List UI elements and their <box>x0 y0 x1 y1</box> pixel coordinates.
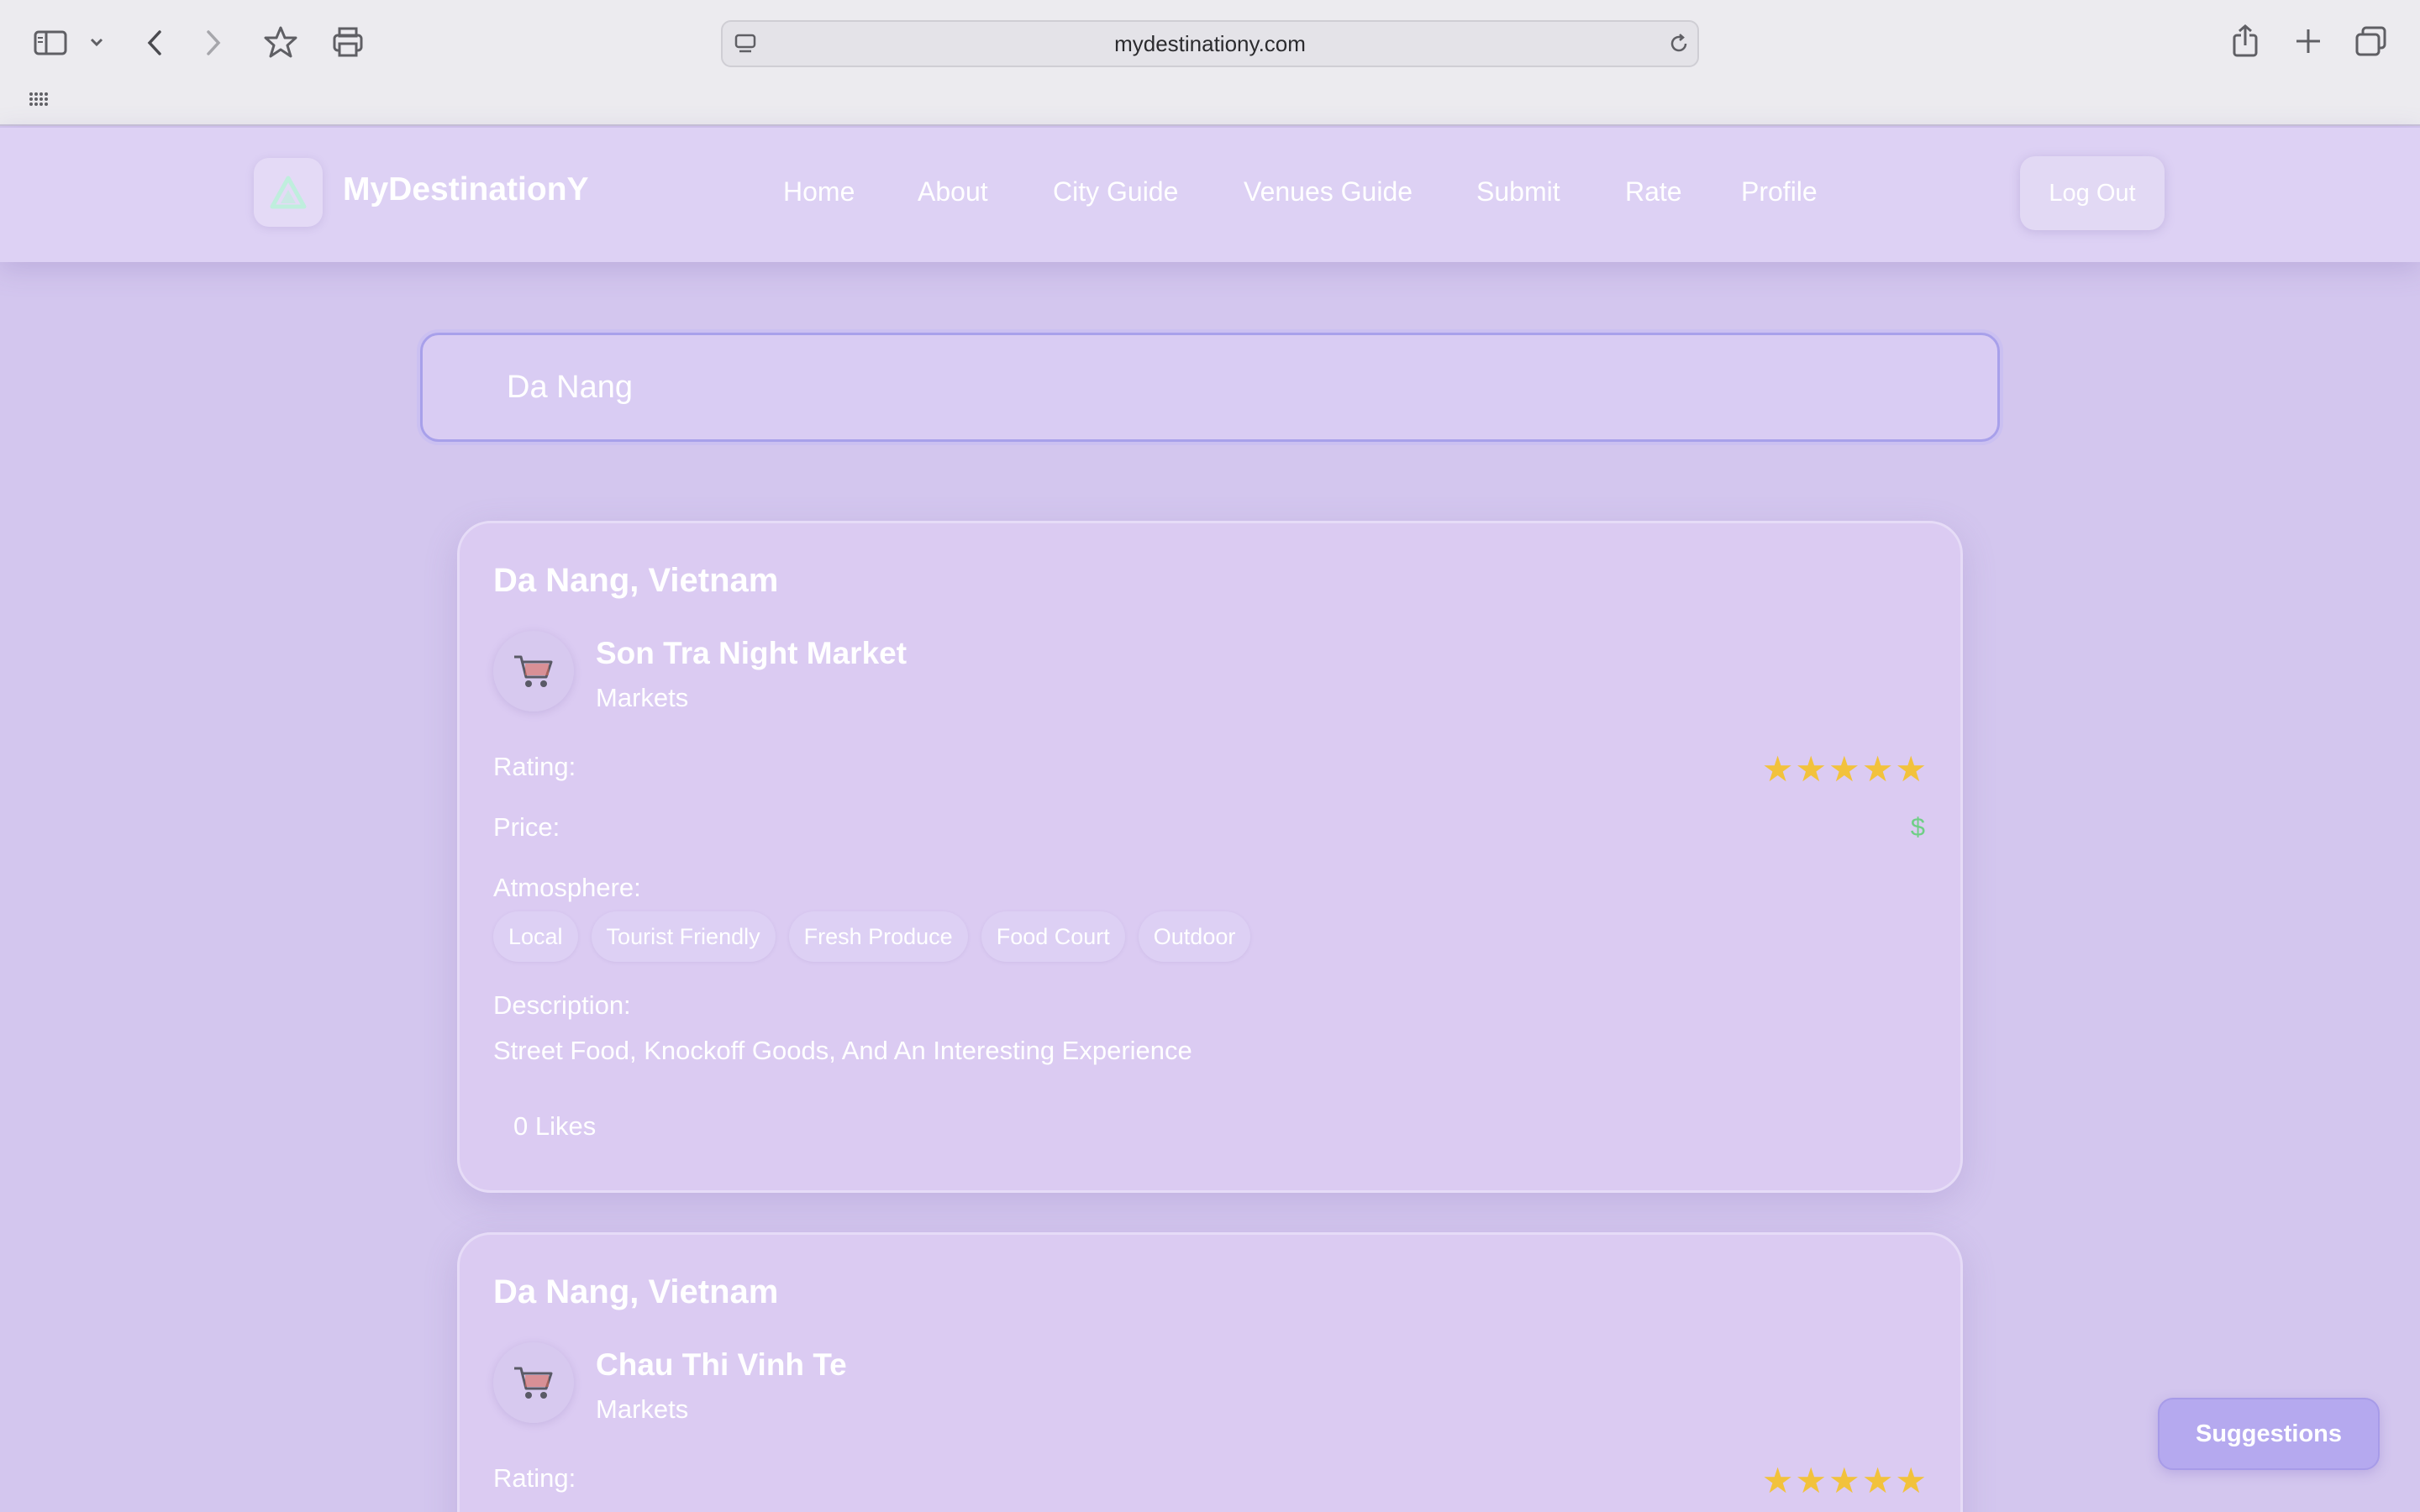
search-input[interactable] <box>507 335 1935 439</box>
star-icon: ★ <box>1895 1461 1927 1500</box>
search-box <box>420 333 2000 442</box>
star-icon: ★ <box>1795 749 1828 789</box>
atmosphere-tag: Fresh Produce <box>788 911 968 962</box>
venue-name[interactable]: Chau Thi Vinh Te <box>596 1347 847 1383</box>
venue-category: Markets <box>596 683 689 712</box>
sidebar-icon[interactable] <box>34 30 67 55</box>
star-icon: ★ <box>1828 1461 1860 1500</box>
suggestions-button[interactable]: Suggestions <box>2158 1398 2380 1470</box>
venue-city: Da Nang, Vietnam <box>493 562 779 599</box>
nav-submit[interactable]: Submit <box>1476 176 1560 207</box>
likes-button[interactable]: 0 Likes <box>513 1111 596 1142</box>
bookmark-star-icon[interactable] <box>264 25 297 59</box>
star-icon: ★ <box>1895 749 1927 789</box>
share-icon[interactable] <box>2230 24 2260 59</box>
venue-card: Da Nang, Vietnam Chau Thi Vinh Te Market… <box>457 1232 1963 1512</box>
description-label: Description: <box>493 990 631 1020</box>
atmosphere-tag: Outdoor <box>1138 911 1251 962</box>
rating-label: Rating: <box>493 752 576 781</box>
nav-city-guide[interactable]: City Guide <box>1053 176 1178 207</box>
forward-icon[interactable] <box>203 29 224 57</box>
star-icon: ★ <box>1861 1461 1894 1500</box>
chevron-down-icon[interactable] <box>89 37 104 47</box>
price-value: $ <box>1910 812 1925 842</box>
rating-stars: ★ ★ ★ ★ ★ <box>1762 752 1927 787</box>
nav-home[interactable]: Home <box>783 176 855 207</box>
star-icon: ★ <box>1828 749 1860 789</box>
nav-rate[interactable]: Rate <box>1625 176 1682 207</box>
price-label: Price: <box>493 812 560 842</box>
star-icon: ★ <box>1861 749 1894 789</box>
address-bar[interactable]: mydestinationy.com <box>721 20 1699 67</box>
atmosphere-label: Atmosphere: <box>493 873 641 902</box>
star-icon: ★ <box>1761 1461 1794 1500</box>
atmosphere-tag: Food Court <box>981 911 1125 962</box>
new-tab-icon[interactable] <box>2294 27 2323 55</box>
star-icon: ★ <box>1761 749 1794 789</box>
venue-description: Street Food, Knockoff Goods, And An Inte… <box>493 1036 1192 1065</box>
star-icon: ★ <box>1795 1461 1828 1500</box>
reload-icon[interactable] <box>1667 32 1691 55</box>
grid-icon[interactable] <box>29 91 49 108</box>
atmosphere-tags: Local Tourist Friendly Fresh Produce Foo… <box>493 911 1251 962</box>
nav-about[interactable]: About <box>918 176 988 207</box>
venue-card: Da Nang, Vietnam Son Tra Night Market Ma… <box>457 521 1963 1193</box>
venue-city: Da Nang, Vietnam <box>493 1273 779 1310</box>
url-text: mydestinationy.com <box>1114 30 1306 56</box>
shopping-cart-icon <box>493 631 574 711</box>
rating-stars: ★ ★ ★ ★ ★ <box>1762 1463 1927 1499</box>
atmosphere-tag: Local <box>493 911 578 962</box>
back-icon[interactable] <box>145 29 165 57</box>
browser-toolbar: mydestinationy.com <box>0 0 2420 126</box>
rating-label: Rating: <box>493 1463 576 1493</box>
nav-profile[interactable]: Profile <box>1741 176 1818 207</box>
logout-button[interactable]: Log Out <box>2020 156 2165 230</box>
atmosphere-tag: Tourist Friendly <box>591 911 776 962</box>
nav-venues-guide[interactable]: Venues Guide <box>1244 176 1413 207</box>
shopping-cart-icon <box>493 1342 574 1423</box>
site-header: MyDestinationY Home About City Guide Ven… <box>0 128 2420 262</box>
venue-name[interactable]: Son Tra Night Market <box>596 636 907 671</box>
tabs-overview-icon[interactable] <box>2354 25 2388 57</box>
print-icon[interactable] <box>331 25 365 59</box>
venue-category: Markets <box>596 1394 689 1424</box>
